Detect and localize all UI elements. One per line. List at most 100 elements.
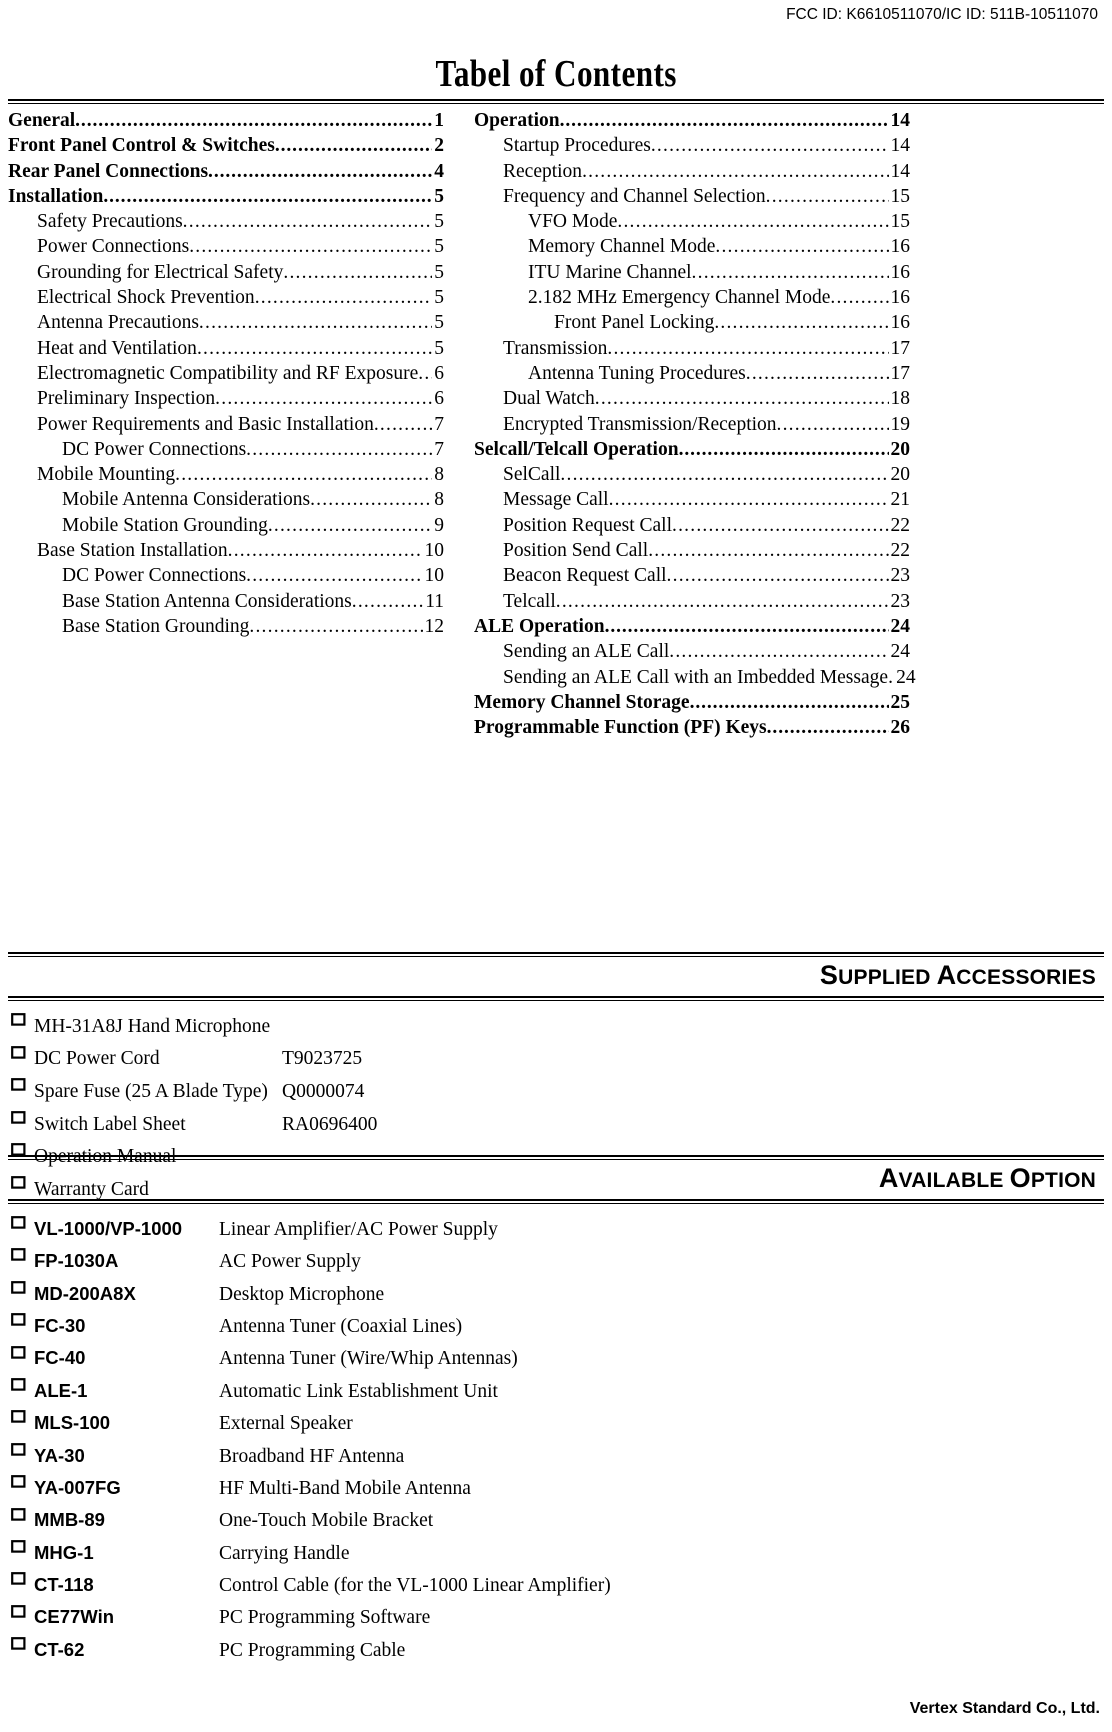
toc-entry[interactable]: Mobile Station Grounding ...............… <box>8 513 444 538</box>
toc-entry[interactable]: Power Requirements and Basic Installatio… <box>8 412 444 437</box>
checkbox-icon[interactable] <box>8 1340 34 1365</box>
toc-entry-page-number: 5 <box>434 261 444 283</box>
toc-entry[interactable]: ITU Marine Channel .....................… <box>474 260 910 285</box>
toc-entry[interactable]: Base Station Grounding .................… <box>8 614 444 639</box>
available-option-description: One-Touch Mobile Bracket <box>219 1510 434 1532</box>
toc-entry[interactable]: General ................................… <box>8 108 444 133</box>
checkbox-icon[interactable] <box>8 1502 34 1527</box>
available-option-description: PC Programming Cable <box>219 1639 406 1661</box>
toc-dot-leader: ........................................… <box>189 236 433 258</box>
checkbox-icon[interactable] <box>8 1599 34 1624</box>
toc-entry-label: Selcall/Telcall Operation <box>474 438 679 460</box>
checkbox-icon[interactable] <box>8 1631 34 1656</box>
available-option-description: Automatic Link Establishment Unit <box>219 1380 498 1402</box>
toc-dot-leader: ........................................… <box>765 185 889 207</box>
toc-entry[interactable]: Base Station Installation ..............… <box>8 538 444 563</box>
checkbox-icon[interactable] <box>8 1040 34 1065</box>
toc-entry[interactable]: Safety Precautions .....................… <box>8 209 444 234</box>
footer-company-name: Vertex Standard Co., Ltd. <box>909 1700 1100 1717</box>
checkbox-icon[interactable] <box>8 1210 34 1235</box>
available-option-row: CE77Win PC Programming Software <box>8 1599 908 1631</box>
checkbox-icon[interactable] <box>8 1275 34 1300</box>
toc-entry[interactable]: Mobile Mounting ........................… <box>8 462 444 487</box>
toc-entry[interactable]: Installation ...........................… <box>8 184 444 209</box>
toc-entry[interactable]: Selcall/Telcall Operation ..............… <box>474 437 910 462</box>
toc-entry[interactable]: ALE Operation ..........................… <box>474 614 910 639</box>
toc-entry[interactable]: 2.182 MHz Emergency Channel Mode .......… <box>474 285 910 310</box>
toc-entry-page-number: 17 <box>890 362 911 384</box>
checkbox-icon[interactable] <box>8 1372 34 1397</box>
toc-entry[interactable]: Message Call ...........................… <box>474 487 910 512</box>
available-option-model: MD-200A8X <box>34 1282 136 1304</box>
toc-entry[interactable]: Grounding for Electrical Safety ........… <box>8 260 444 285</box>
available-option-model: CT-62 <box>34 1638 85 1660</box>
toc-entry[interactable]: Electromagnetic Compatibility and RF Exp… <box>8 361 444 386</box>
toc-entry[interactable]: Memory Channel Storage .................… <box>474 690 910 715</box>
toc-entry[interactable]: Encrypted Transmission/Reception .......… <box>474 412 910 437</box>
toc-entry-label: Programmable Function (PF) Keys <box>474 717 767 739</box>
supplied-accessory-name: MH-31A8J Hand Microphone <box>34 1015 271 1037</box>
checkbox-icon[interactable] <box>8 1242 34 1267</box>
toc-entry[interactable]: Electrical Shock Prevention ............… <box>8 285 444 310</box>
toc-entry[interactable]: Position Send Call .....................… <box>474 538 910 563</box>
toc-entry[interactable]: Preliminary Inspection .................… <box>8 386 444 411</box>
toc-entry[interactable]: SelCall ................................… <box>474 462 910 487</box>
available-option-description: Desktop Microphone <box>219 1283 385 1305</box>
toc-entry[interactable]: Mobile Antenna Considerations ..........… <box>8 487 444 512</box>
checkbox-icon[interactable] <box>8 1307 34 1332</box>
checkbox-icon[interactable] <box>8 1437 34 1462</box>
toc-entry-page-number: 15 <box>890 211 911 233</box>
toc-entry[interactable]: Reception ..............................… <box>474 159 910 184</box>
toc-entry[interactable]: VFO Mode ...............................… <box>474 209 910 234</box>
available-option-row: CT-62 PC Programming Cable <box>8 1631 908 1663</box>
toc-entry[interactable]: Base Station Antenna Considerations ....… <box>8 589 444 614</box>
checkbox-icon[interactable] <box>8 1469 34 1494</box>
toc-entry[interactable]: Rear Panel Connections .................… <box>8 159 444 184</box>
toc-entry[interactable]: Antenna Tuning Procedures ..............… <box>474 361 910 386</box>
toc-dot-leader: ........................................… <box>103 185 433 207</box>
toc-entry[interactable]: Sending an ALE Call ....................… <box>474 639 910 664</box>
toc-entry[interactable]: Programmable Function (PF) Keys ........… <box>474 715 910 740</box>
available-option-row: MLS-100 External Speaker <box>8 1404 908 1436</box>
available-option-model: ALE-1 <box>34 1379 88 1401</box>
available-option-list: VL-1000/VP-1000 Linear Amplifier/AC Power… <box>8 1210 908 1663</box>
toc-entry[interactable]: Heat and Ventilation ...................… <box>8 336 444 361</box>
toc-entry-label: Position Request Call <box>503 514 673 536</box>
toc-entry[interactable]: Beacon Request Call ....................… <box>474 563 910 588</box>
toc-entry[interactable]: Startup Procedures .....................… <box>474 133 910 158</box>
toc-entry[interactable]: Front Panel Control & Switches .........… <box>8 133 444 158</box>
checkbox-icon[interactable] <box>8 1072 34 1097</box>
checkbox-icon[interactable] <box>8 1534 34 1559</box>
toc-entry-label: Mobile Antenna Considerations <box>62 489 311 511</box>
toc-entry-label: Installation <box>8 185 104 207</box>
toc-entry-page-number: 6 <box>434 388 444 410</box>
available-option-description: Control Cable (for the VL-1000 Linear Am… <box>219 1575 611 1597</box>
toc-entry[interactable]: DC Power Connections ...................… <box>8 437 444 462</box>
checkbox-icon[interactable] <box>8 1404 34 1429</box>
toc-entry[interactable]: Sending an ALE Call with an Imbedded Mes… <box>474 665 916 690</box>
toc-dot-leader: ........................................… <box>351 590 423 612</box>
toc-entry-label: Operation <box>474 110 560 131</box>
toc-entry[interactable]: Front Panel Locking ....................… <box>474 310 910 335</box>
toc-entry[interactable]: Transmission ...........................… <box>474 336 910 361</box>
toc-entry[interactable]: Frequency and Channel Selection ........… <box>474 184 910 209</box>
checkbox-icon[interactable] <box>8 1007 34 1032</box>
toc-entry-page-number: 16 <box>890 312 911 334</box>
toc-entry[interactable]: Operation ..............................… <box>474 108 910 133</box>
toc-entry-label: Grounding for Electrical Safety <box>37 261 284 283</box>
toc-dot-leader: ........................................… <box>715 236 889 258</box>
checkbox-icon[interactable] <box>8 1566 34 1591</box>
checkbox-icon[interactable] <box>8 1105 34 1130</box>
toc-entry[interactable]: Position Request Call ..................… <box>474 513 910 538</box>
toc-entry[interactable]: Power Connections ......................… <box>8 234 444 259</box>
toc-entry[interactable]: Antenna Precautions ....................… <box>8 310 444 335</box>
toc-entry-label: Message Call <box>503 489 609 511</box>
toc-entry[interactable]: DC Power Connections ...................… <box>8 563 444 588</box>
toc-entry[interactable]: Memory Channel Mode ....................… <box>474 234 910 259</box>
toc-entry[interactable]: Telcall ................................… <box>474 589 910 614</box>
toc-entry-label: Preliminary Inspection <box>37 388 216 410</box>
toc-dot-leader: ........................................… <box>75 110 432 131</box>
available-option-model: FC-40 <box>34 1347 86 1369</box>
toc-entry-label: Front Panel Locking <box>554 312 715 334</box>
toc-entry[interactable]: Dual Watch .............................… <box>474 386 910 411</box>
